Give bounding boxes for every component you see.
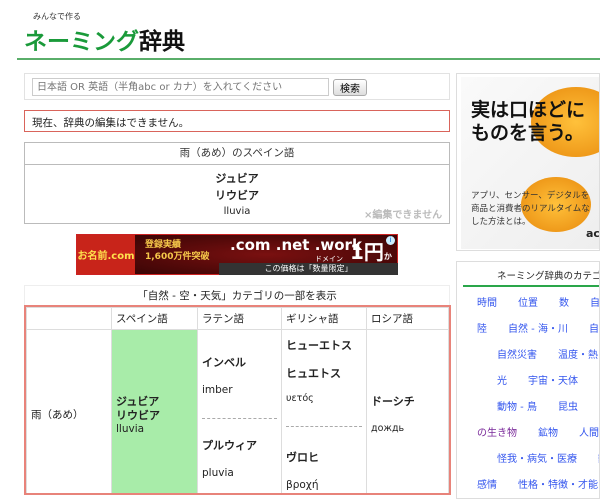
search-panel: 検索 xyxy=(24,73,450,100)
result-title: 雨（あめ）のスペイン語 xyxy=(25,143,449,165)
notice-banner: 現在、辞典の編集はできません。 xyxy=(24,110,450,132)
word: リウビア xyxy=(116,408,160,422)
tagline: みんなで作る xyxy=(33,12,81,21)
category-link[interactable]: 動物 - 鳥 xyxy=(497,402,537,413)
word: ジュビア xyxy=(116,394,160,408)
category-link[interactable]: 鉱物 xyxy=(538,428,558,439)
category-link[interactable]: 自然 xyxy=(589,324,599,335)
table-row: 雨（あめ） ジュビア リウビア lluvia インベル imber プルウィア pl… xyxy=(26,329,449,493)
category-list: ネーミング辞典のカテゴリ 時間位置数自然 陸自然 - 海・川自然 自然災害温度・… xyxy=(456,261,600,499)
logo-green: ネーミング xyxy=(24,29,139,55)
table-header-row: スペイン語 ラテン語 ギリシャ語 ロシア語 xyxy=(26,307,449,330)
word: ヒュエトス xyxy=(286,366,341,380)
category-link[interactable]: の生き物 xyxy=(477,428,517,439)
category-link[interactable]: 昆虫 xyxy=(558,402,578,413)
word: ヒューエトス xyxy=(286,338,352,352)
ad-note: この価格は「数量限定」 xyxy=(219,263,398,275)
ad-body: した方法とは。 xyxy=(471,217,531,227)
word: インベル xyxy=(202,356,246,369)
ad-line1: 登録実績 xyxy=(145,240,182,250)
ad-info-icon[interactable]: i xyxy=(386,236,395,245)
category-link[interactable]: 宇宙・天体 xyxy=(528,376,578,387)
category-link[interactable]: 光 xyxy=(497,376,507,387)
category-link[interactable]: 位置 xyxy=(518,298,538,309)
spanish-cell: ジュビア リウビア lluvia xyxy=(111,329,198,493)
category-link[interactable]: 陸 xyxy=(477,324,487,335)
roman: pluvia xyxy=(202,467,234,479)
category-link[interactable]: 自然災害 xyxy=(497,350,537,361)
roman: imber xyxy=(202,384,233,396)
word: ドーシチ xyxy=(371,395,415,408)
roman: υετός xyxy=(286,392,314,404)
ad-price: 1円 xyxy=(350,240,384,264)
ad-body: アプリ、センサー、デジタルを xyxy=(471,191,590,201)
ad-headline: ものを言う。 xyxy=(471,122,584,144)
column-header: ラテン語 xyxy=(197,307,282,330)
category-link[interactable]: 温度・熱・ xyxy=(558,350,599,361)
category-link[interactable]: 自然 xyxy=(590,298,599,309)
category-link[interactable]: 感情 xyxy=(477,480,497,491)
word: プルウィア xyxy=(202,439,257,452)
edit-disabled-label: ×編集できません xyxy=(364,210,443,221)
ad-body: 商品と消費者のリアルタイムな xyxy=(471,204,590,214)
search-input[interactable] xyxy=(32,78,329,96)
roman: βροχή xyxy=(286,478,319,491)
greek-cell: ヒューエトス ヒュエトス υετός ヴロヒ βροχή xyxy=(281,329,367,493)
column-header: スペイン語 xyxy=(111,307,198,330)
category-link[interactable]: 自然 - 海・川 xyxy=(508,324,568,335)
category-list-title: ネーミング辞典のカテゴリ xyxy=(497,271,600,282)
result-word: リウビア xyxy=(215,189,259,202)
ad-brand: ac xyxy=(586,227,600,240)
category-link[interactable]: 怪我・病気・医療 xyxy=(497,454,577,465)
site-logo[interactable]: ネーミング辞典 xyxy=(24,22,185,56)
category-link[interactable]: 数 xyxy=(559,298,569,309)
roman: lluvia xyxy=(116,422,145,435)
ad-brand: お名前.com xyxy=(77,235,135,274)
row-label: 雨（あめ） xyxy=(26,329,112,493)
header-divider xyxy=(17,58,600,60)
roman: дождь xyxy=(371,423,405,434)
column-header: ロシア語 xyxy=(366,307,449,330)
logo-black: 辞典 xyxy=(139,29,185,55)
latin-cell: インベル imber プルウィア pluvia xyxy=(197,329,282,493)
category-caption: 「自然 - 空・天気」カテゴリの一部を表示 xyxy=(24,285,450,306)
ad-line2: 1,600万件突破 xyxy=(145,252,210,262)
category-link[interactable]: 人間 xyxy=(579,428,599,439)
column-header: ギリシャ語 xyxy=(281,307,367,330)
category-table: スペイン語 ラテン語 ギリシャ語 ロシア語 雨（あめ） ジュビア リウビア ll… xyxy=(24,305,451,495)
ad-banner[interactable]: お名前.com 登録実績 1,600万件突破 .com .net .work 1円… xyxy=(76,234,398,286)
category-link[interactable]: 時間 xyxy=(477,298,497,309)
side-ad[interactable]: 実は口ほどに ものを言う。 アプリ、センサー、デジタルを 商品と消費者のリアルタイム… xyxy=(456,73,600,251)
ad-headline: 実は口ほどに xyxy=(471,99,586,121)
word: ヴロヒ xyxy=(286,450,319,464)
search-button[interactable]: 検索 xyxy=(333,79,367,96)
ad-domains: .com .net .work xyxy=(230,236,362,254)
russian-cell: ドーシチ дождь xyxy=(366,329,449,493)
column-header xyxy=(26,307,112,330)
category-link[interactable]: 性格・特徴・才能 xyxy=(518,480,598,491)
result-word: ジュビア xyxy=(215,172,259,185)
